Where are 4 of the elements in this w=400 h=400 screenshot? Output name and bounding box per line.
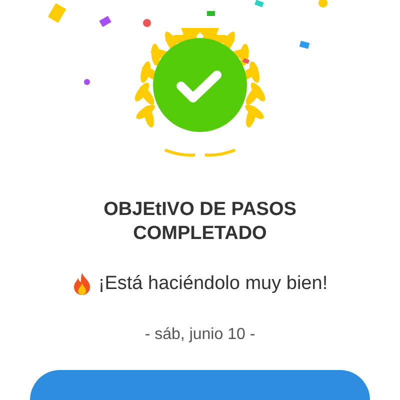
date-label: - sáb, junio 10 - bbox=[144, 326, 256, 344]
fire-icon bbox=[72, 272, 92, 296]
goal-title: OBJEtIVO DE PASOS COMPLETADO bbox=[102, 198, 298, 246]
encouragement-text: ¡Está haciéndolo muy bien! bbox=[98, 273, 328, 295]
